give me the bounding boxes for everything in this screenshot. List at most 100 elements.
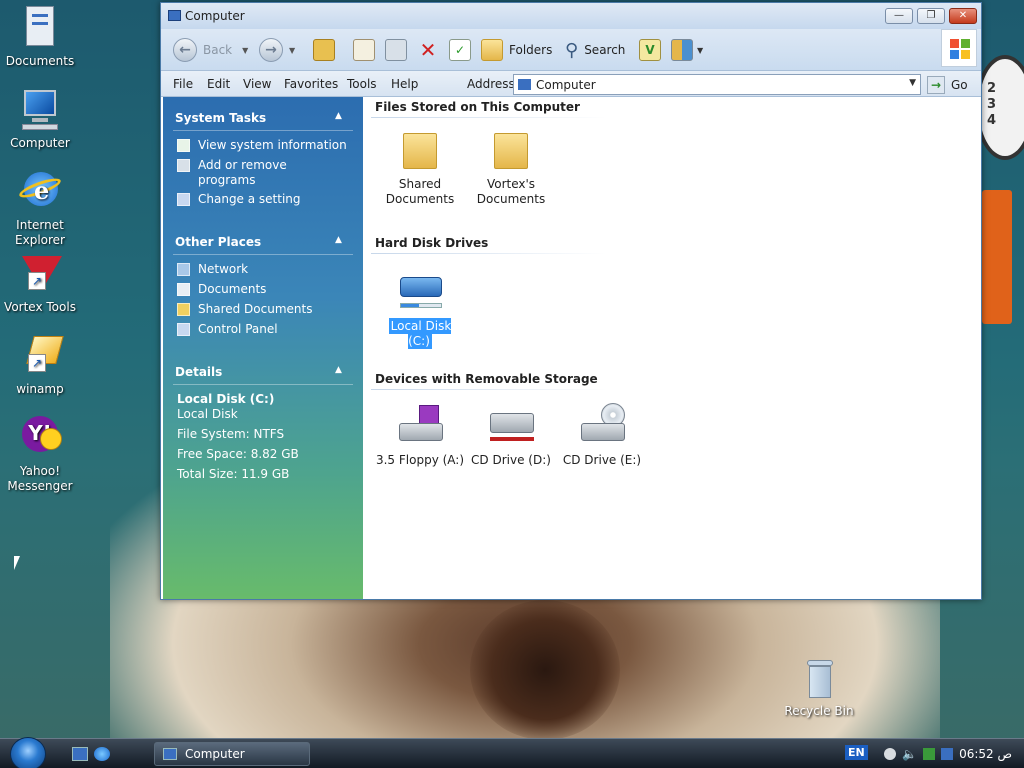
group-header-hard-disk-drives: Hard Disk Drives — [375, 236, 489, 250]
item-local-disk-c[interactable]: Local Disk (C:) — [375, 269, 465, 350]
show-desktop-icon[interactable] — [72, 747, 88, 761]
collapse-icon[interactable]: ▲ — [335, 235, 342, 245]
clock[interactable]: 06:52 ص — [959, 747, 1012, 761]
desktop-icon-internet-explorer[interactable]: e Internet Explorer — [0, 168, 80, 248]
item-label: Local Disk (C:) — [387, 317, 453, 350]
divider — [173, 130, 353, 131]
chevron-down-icon: ▼ — [289, 45, 296, 55]
collapse-icon[interactable]: ▲ — [335, 111, 342, 121]
chevron-down-icon: ▼ — [242, 45, 249, 55]
up-folder-button[interactable] — [313, 37, 335, 63]
item-label: CD Drive (E:) — [562, 453, 642, 467]
menu-favorites[interactable]: Favorites — [284, 77, 338, 91]
link-network[interactable]: Network — [177, 262, 357, 277]
details-free-space: Free Space: 8.82 GB — [177, 447, 299, 461]
delete-button[interactable]: ✕ — [417, 37, 439, 63]
title-bar[interactable]: Computer — ❐ ✕ — [161, 3, 981, 29]
item-shared-documents[interactable]: Shared Documents — [375, 127, 465, 207]
mouse-cursor — [14, 556, 20, 570]
menu-view[interactable]: View — [243, 77, 271, 91]
link-control-panel[interactable]: Control Panel — [177, 322, 357, 337]
file-view: Files Stored on This Computer Shared Doc… — [363, 97, 981, 599]
menu-tools[interactable]: Tools — [347, 77, 377, 91]
sidebar-gadget — [982, 190, 1012, 324]
forward-button[interactable]: → ▼ — [259, 37, 295, 63]
cd-drive-icon — [488, 403, 534, 449]
address-label: Address — [467, 77, 515, 91]
link-view-system-information[interactable]: View system information — [177, 138, 357, 153]
system-tray: 🔈 06:52 ص — [884, 739, 1024, 768]
floppy-drive-icon — [397, 403, 443, 449]
desktop-icon-winamp[interactable]: ↗ winamp — [0, 332, 80, 397]
winamp-icon: ↗ — [16, 332, 64, 380]
folders-button[interactable]: Folders — [481, 37, 552, 63]
section-system-tasks[interactable]: System Tasks ▲ — [175, 111, 355, 125]
desktop-icon-computer[interactable]: Computer — [0, 86, 80, 151]
link-shared-documents[interactable]: Shared Documents — [177, 302, 357, 317]
recycle-bin-icon — [795, 658, 843, 702]
ie-icon: e — [16, 168, 64, 216]
chevron-down-icon[interactable]: ▼ — [909, 78, 916, 88]
folder-icon — [177, 303, 190, 316]
section-title: Other Places — [175, 235, 262, 249]
item-vortex-documents[interactable]: Vortex's Documents — [466, 127, 556, 207]
task-pane: System Tasks ▲ View system information A… — [163, 97, 363, 599]
back-arrow-icon: ← — [173, 38, 197, 62]
link-add-remove-programs[interactable]: Add or remove programs — [177, 158, 307, 188]
link-label: View system information — [198, 138, 347, 152]
close-button[interactable]: ✕ — [949, 8, 977, 24]
copy-to-button[interactable] — [385, 37, 407, 63]
desktop-icon-yahoo-messenger[interactable]: Y! Yahoo! Messenger — [0, 414, 80, 494]
computer-icon — [518, 79, 531, 90]
section-details[interactable]: Details ▲ — [175, 365, 355, 379]
maximize-button[interactable]: ❐ — [917, 8, 945, 24]
toolbar: ← Back ▼ → ▼ ✕ ✓ Folders ⚲ Search V ▼ — [161, 29, 981, 71]
link-change-a-setting[interactable]: Change a setting — [177, 192, 357, 207]
link-label: Change a setting — [198, 192, 301, 206]
collapse-icon[interactable]: ▲ — [335, 365, 342, 375]
section-title: Details — [175, 365, 223, 379]
item-label: CD Drive (D:) — [471, 453, 551, 467]
language-indicator[interactable]: EN — [845, 745, 868, 760]
tray-status-icon[interactable] — [884, 748, 897, 760]
window-title: Computer — [185, 9, 245, 23]
desktop-icon-recycle-bin[interactable]: Recycle Bin — [779, 658, 859, 719]
volume-icon[interactable]: 🔈 — [902, 747, 917, 761]
item-cd-drive-e[interactable]: CD Drive (E:) — [557, 403, 647, 468]
desktop-icon-label: Vortex Tools — [4, 300, 76, 314]
item-cd-drive-d[interactable]: CD Drive (D:) — [466, 403, 556, 468]
divider — [173, 384, 353, 385]
section-other-places[interactable]: Other Places ▲ — [175, 235, 355, 249]
search-button[interactable]: ⚲ Search — [565, 37, 625, 63]
clock-gadget: 234 — [975, 55, 1024, 160]
start-button[interactable] — [10, 737, 46, 768]
up-folder-icon — [313, 39, 335, 61]
views-button[interactable]: ▼ — [671, 37, 703, 63]
menu-file[interactable]: File — [173, 77, 193, 91]
menu-edit[interactable]: Edit — [207, 77, 230, 91]
desktop-icon-documents[interactable]: Documents — [0, 4, 80, 69]
move-to-button[interactable] — [353, 37, 375, 63]
ie-quicklaunch-icon[interactable] — [94, 747, 110, 761]
documents-icon — [16, 4, 64, 52]
link-documents[interactable]: Documents — [177, 282, 357, 297]
network-tray-icon[interactable] — [941, 748, 954, 760]
go-button[interactable]: → Go — [927, 74, 968, 95]
address-field[interactable]: Computer ▼ — [513, 74, 921, 95]
back-button[interactable]: ← Back ▼ — [173, 37, 248, 63]
menu-help[interactable]: Help — [391, 77, 418, 91]
system-info-icon — [177, 139, 190, 152]
item-floppy-a[interactable]: 3.5 Floppy (A:) — [375, 403, 465, 468]
vortex-toolbar-button[interactable]: V — [639, 37, 661, 63]
properties-button[interactable]: ✓ — [449, 37, 471, 63]
folders-label: Folders — [509, 43, 553, 57]
windows-logo-icon — [941, 29, 977, 67]
tray-app-icon[interactable] — [923, 748, 936, 760]
wallpaper-shadow — [470, 600, 620, 740]
desktop-icon-vortex-tools[interactable]: ↗ Vortex Tools — [0, 250, 80, 315]
views-icon — [671, 39, 693, 61]
explorer-window[interactable]: Computer — ❐ ✕ ← Back ▼ → ▼ ✕ ✓ Folders … — [160, 2, 982, 600]
desktop-icon-label: Recycle Bin — [784, 704, 854, 718]
minimize-button[interactable]: — — [885, 8, 913, 24]
taskbar-item-computer[interactable]: Computer — [154, 742, 310, 766]
